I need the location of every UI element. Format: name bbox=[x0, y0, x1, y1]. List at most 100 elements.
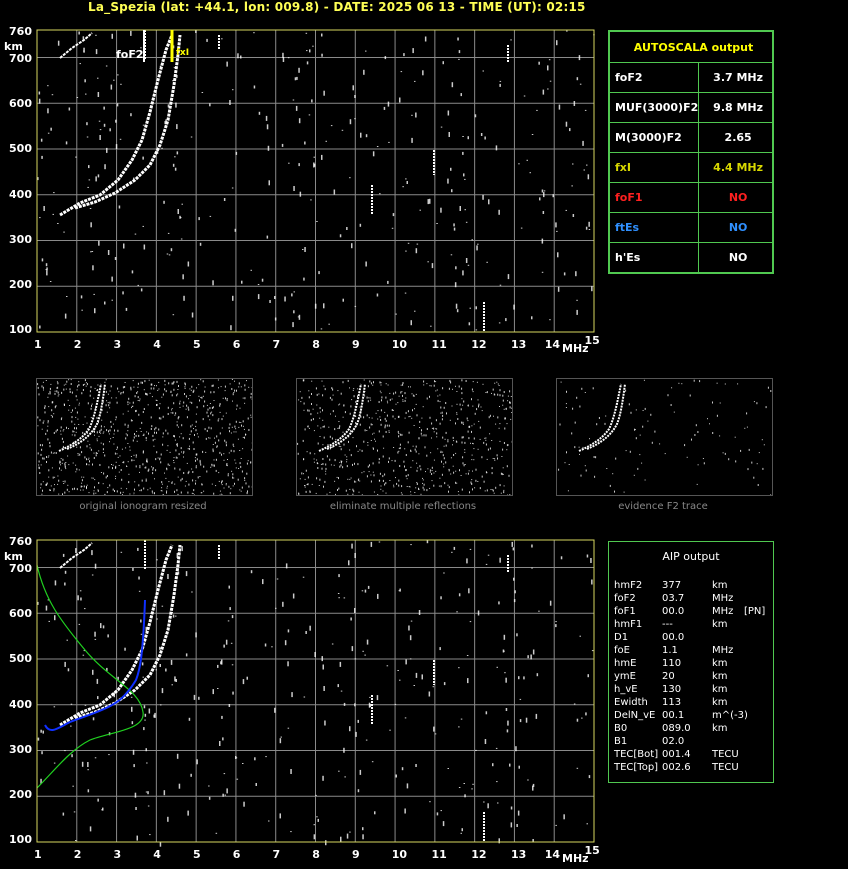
aip-value: 113 bbox=[662, 697, 682, 708]
autoscala-value: NO bbox=[698, 182, 773, 213]
aip-value: 110 bbox=[662, 658, 682, 669]
noise-dot bbox=[132, 749, 135, 755]
aip-value: 03.7 bbox=[662, 593, 685, 604]
thumb-dot bbox=[767, 386, 769, 389]
noise-dot bbox=[230, 642, 233, 644]
noise-dot bbox=[195, 632, 197, 638]
thumb-dot bbox=[681, 383, 683, 385]
thumb-dot bbox=[642, 425, 644, 428]
noise-dot bbox=[191, 591, 193, 593]
noise-dot bbox=[62, 812, 65, 816]
noise-dot bbox=[148, 708, 151, 714]
noise-dot bbox=[133, 764, 135, 768]
thumb-dot bbox=[746, 412, 748, 415]
autoscala-value: 4.4 MHz bbox=[698, 152, 773, 183]
noise-dot bbox=[64, 750, 66, 752]
noise-dot bbox=[94, 563, 97, 569]
noise-dot bbox=[527, 655, 529, 659]
thumb-dot bbox=[686, 456, 688, 458]
noise-dot bbox=[590, 558, 592, 563]
noise-dot bbox=[324, 720, 326, 726]
autoscala-label: ftEs bbox=[608, 212, 700, 243]
noise-dot bbox=[124, 647, 126, 651]
noise-dot bbox=[376, 695, 379, 701]
noise-dot bbox=[472, 783, 474, 785]
thumb-dot bbox=[642, 410, 644, 411]
aip-unit: km bbox=[712, 697, 728, 708]
y-tick-label: 300 bbox=[9, 742, 32, 756]
noise-dot bbox=[225, 639, 228, 645]
noise-dot bbox=[309, 625, 311, 631]
aip-unit: m^(-3) bbox=[712, 710, 748, 721]
noise-dot bbox=[107, 634, 109, 638]
noise-dot bbox=[77, 595, 79, 601]
noise-dot bbox=[64, 661, 66, 667]
noise-dot bbox=[477, 610, 480, 616]
noise-dot bbox=[447, 768, 449, 769]
noise-dot bbox=[503, 634, 506, 640]
noise-dot bbox=[227, 620, 230, 622]
noise-dot bbox=[313, 834, 316, 840]
noise-dot bbox=[254, 757, 256, 761]
thumb-dot bbox=[748, 448, 750, 451]
thumb-dot bbox=[703, 462, 705, 465]
noise-dot bbox=[226, 788, 228, 794]
noise-dot bbox=[303, 696, 306, 698]
noise-dot bbox=[144, 713, 147, 717]
noise-dot bbox=[586, 823, 588, 825]
noise-dot bbox=[406, 783, 409, 789]
thumb-dot bbox=[633, 474, 635, 476]
bottom-ionogram-plot bbox=[36, 539, 595, 847]
thumb-dot bbox=[728, 458, 730, 461]
noise-dot bbox=[467, 678, 469, 684]
noise-dot bbox=[325, 840, 327, 846]
noise-dot bbox=[236, 778, 239, 780]
aip-name: D1 bbox=[614, 632, 629, 643]
noise-dot bbox=[361, 590, 364, 592]
noise-dot bbox=[531, 544, 533, 548]
noise-dot bbox=[532, 649, 535, 655]
noise-dot bbox=[585, 712, 587, 716]
thumb-dot bbox=[647, 420, 649, 422]
noise-dot bbox=[223, 773, 226, 775]
thumb-dot bbox=[753, 401, 755, 403]
noise-dot bbox=[284, 640, 287, 646]
aip-extra: [PN] bbox=[744, 606, 766, 617]
noise-dot bbox=[451, 551, 453, 553]
thumb-dot bbox=[664, 453, 666, 455]
noise-dot bbox=[92, 669, 94, 675]
noise-dot bbox=[513, 577, 515, 581]
thumb-dot bbox=[737, 383, 739, 385]
noise-dot bbox=[466, 558, 468, 564]
aip-name: foF1 bbox=[614, 606, 636, 617]
noise-dot bbox=[354, 608, 356, 613]
noise-dot bbox=[235, 757, 238, 759]
noise-dot bbox=[144, 719, 146, 721]
noise-dot bbox=[343, 597, 346, 599]
noise-dot bbox=[143, 705, 146, 709]
noise-dot bbox=[458, 787, 461, 788]
noise-dot bbox=[71, 754, 73, 758]
noise-dot bbox=[96, 678, 99, 684]
thumb-dot bbox=[609, 484, 611, 487]
thumb-dot bbox=[623, 491, 625, 493]
thumb-dot bbox=[643, 379, 645, 381]
noise-dot bbox=[153, 714, 155, 718]
noise-dot bbox=[185, 571, 188, 577]
noise-dot bbox=[287, 661, 289, 667]
thumb-dot bbox=[615, 457, 617, 460]
noise-dot bbox=[314, 652, 316, 657]
noise-dot bbox=[53, 762, 56, 764]
noise-dot bbox=[331, 643, 334, 645]
aip-name: TEC[Top] bbox=[614, 762, 659, 773]
thumb-dot bbox=[758, 452, 760, 454]
thumb-dot bbox=[719, 402, 721, 404]
autoscala-value: 9.8 MHz bbox=[698, 92, 773, 123]
aip-unit: MHz bbox=[712, 593, 734, 604]
thumb-dot bbox=[746, 426, 748, 428]
thumb-dot bbox=[735, 460, 737, 463]
noise-dot bbox=[217, 664, 219, 668]
noise-dot bbox=[228, 704, 231, 707]
noise-dot bbox=[346, 833, 349, 839]
noise-dot bbox=[458, 667, 460, 669]
